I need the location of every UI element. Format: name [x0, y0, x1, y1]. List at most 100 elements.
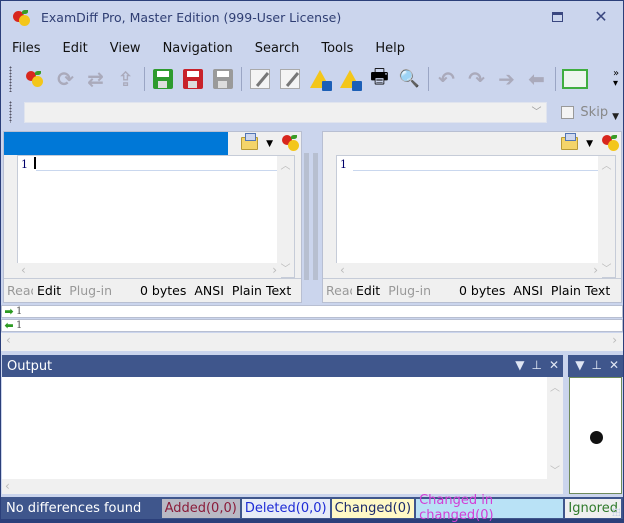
save-report-button[interactable] — [306, 66, 333, 93]
filter-combo[interactable]: ﹀ — [23, 101, 548, 123]
filterbar-overflow-button[interactable]: ▼ — [612, 112, 619, 122]
window-title: ExamDiff Pro, Master Edition (999-User L… — [41, 10, 342, 25]
close-icon[interactable]: ✕ — [609, 358, 619, 372]
refresh-button[interactable]: ⟳ — [52, 66, 79, 93]
close-button[interactable]: ✕ — [593, 9, 609, 25]
swap-files-icon: ⇄ — [87, 67, 104, 91]
chevron-down-icon[interactable]: ▼ — [575, 358, 584, 372]
panel-icon — [562, 69, 588, 89]
output-panel-title: Output — [7, 358, 53, 374]
save-web-report-button[interactable] — [336, 66, 363, 93]
right-arrow-icon: ➡ — [4, 305, 14, 318]
restore-button[interactable] — [549, 9, 565, 25]
toolbar-separator — [428, 67, 429, 91]
output-panel-header: Output ▼ ⊥ ✕ — [2, 355, 563, 377]
close-icon: ✕ — [594, 7, 608, 26]
open-folder-up-button[interactable]: ⇪ — [112, 66, 139, 93]
nav-line-left[interactable]: ⬅ 1 — [1, 319, 623, 332]
pin-icon[interactable]: ⊥ — [591, 358, 601, 372]
output-panel-body[interactable]: ︿ ﹀ ‹ — [2, 377, 563, 494]
chevron-down-icon[interactable]: ▼ — [515, 358, 524, 372]
menu-view[interactable]: View — [99, 41, 152, 56]
encoding-status[interactable]: ANSI — [513, 283, 543, 298]
plugin-status[interactable]: Plug-in — [69, 283, 112, 298]
nav-line-right[interactable]: ➡ 1 — [1, 305, 623, 318]
plugin-status[interactable]: Plug-in — [388, 283, 431, 298]
resize-grip[interactable] — [612, 508, 620, 516]
right-pane: ▼ 1 ︿﹀ ‹› Read Edit Plug-in 0 bytes ANSI… — [322, 131, 622, 303]
overview-marker-icon — [590, 431, 603, 444]
current-line-marker — [36, 170, 277, 171]
print-preview-icon: 🔍 — [398, 69, 421, 89]
close-icon[interactable]: ✕ — [549, 358, 559, 372]
swap-files-button[interactable]: ⇄ — [82, 66, 109, 93]
right-pane-header: ▼ — [323, 132, 621, 155]
size-status: 0 bytes — [140, 283, 187, 298]
changed-in-changed-badge: Changed in changed(0) — [416, 493, 564, 523]
undo-icon: ↶ — [438, 67, 455, 91]
pane-splitter[interactable] — [304, 153, 319, 280]
save-all-icon — [212, 69, 233, 89]
line-number: 1 — [21, 158, 28, 171]
compare-button[interactable] — [22, 66, 49, 93]
print-icon: 🖶 — [370, 64, 389, 88]
edit-status[interactable]: Edit — [37, 283, 61, 298]
left-vertical-scrollbar[interactable]: ︿ ﹀ — [277, 156, 294, 277]
edit-status[interactable]: Edit — [356, 283, 380, 298]
current-line-marker — [353, 170, 598, 171]
chevron-down-icon[interactable]: ▼ — [266, 139, 273, 149]
pin-icon[interactable]: ⊥ — [531, 358, 541, 372]
redo-button[interactable]: ↷ — [463, 66, 490, 93]
left-editor[interactable]: 1 ︿ ﹀ — [17, 155, 295, 278]
toolbar-separator — [555, 67, 556, 91]
save-left-button[interactable] — [149, 66, 176, 93]
chevron-down-icon[interactable]: ▼ — [586, 139, 593, 149]
right-vertical-scrollbar[interactable]: ︿ ﹀ — [598, 156, 615, 277]
size-status: 0 bytes — [459, 283, 506, 298]
panel-button[interactable] — [560, 66, 590, 93]
menu-navigation[interactable]: Navigation — [152, 41, 244, 56]
left-horizontal-scrollbar[interactable]: ‹ › — [17, 263, 281, 278]
menu-search[interactable]: Search — [244, 41, 311, 56]
refresh-icon: ⟳ — [57, 67, 74, 91]
compare-fruit-icon[interactable] — [282, 135, 299, 152]
status-message: No differences found — [6, 500, 142, 516]
edit-right-button[interactable] — [276, 66, 303, 93]
prev-diff-button[interactable]: ⬅ — [523, 66, 550, 93]
menu-tools[interactable]: Tools — [310, 41, 364, 56]
chevron-down-icon[interactable]: ﹀ — [528, 105, 544, 121]
menu-edit[interactable]: Edit — [52, 41, 99, 56]
save-right-button[interactable] — [179, 66, 206, 93]
file-type-status[interactable]: Plain Text — [551, 283, 610, 298]
edit-left-button[interactable] — [246, 66, 273, 93]
nav-horizontal-scrollbar[interactable]: ‹ › — [1, 333, 623, 351]
output-horizontal-scrollbar[interactable]: ‹ — [2, 479, 563, 494]
compare-fruit-icon[interactable] — [602, 135, 619, 152]
skip-checkbox[interactable] — [561, 105, 575, 119]
print-preview-button[interactable]: 🔍 — [396, 66, 423, 93]
file-type-status[interactable]: Plain Text — [232, 283, 291, 298]
right-editor[interactable]: 1 ︿ ﹀ — [336, 155, 616, 278]
redo-icon: ↷ — [468, 67, 485, 91]
menu-help[interactable]: Help — [364, 41, 416, 56]
filterbar-grip[interactable] — [9, 101, 12, 123]
save-all-button[interactable] — [209, 66, 236, 93]
app-window: ExamDiff Pro, Master Edition (999-User L… — [0, 0, 624, 523]
encoding-status[interactable]: ANSI — [194, 283, 224, 298]
toolbar-overflow-button[interactable]: » ▾ — [613, 69, 619, 89]
output-vertical-scrollbar[interactable]: ︿ ﹀ — [547, 377, 563, 479]
toolbar-grip[interactable] — [9, 66, 12, 92]
left-file-path[interactable] — [4, 132, 228, 155]
next-diff-button[interactable]: ➔ — [493, 66, 520, 93]
menu-files[interactable]: Files — [1, 41, 52, 56]
right-pane-status: Read Edit Plug-in 0 bytes ANSI Plain Tex… — [323, 278, 621, 302]
print-button[interactable]: 🖶 — [366, 64, 393, 93]
open-file-icon[interactable] — [241, 133, 259, 150]
open-file-icon[interactable] — [561, 133, 579, 150]
line-number: 1 — [340, 158, 347, 171]
title-bar: ExamDiff Pro, Master Edition (999-User L… — [1, 1, 623, 34]
changed-badge: Changed(0) — [331, 498, 415, 518]
undo-button[interactable]: ↶ — [433, 66, 460, 93]
right-horizontal-scrollbar[interactable]: ‹ › — [336, 263, 602, 278]
open-folder-up-icon: ⇪ — [117, 67, 134, 91]
